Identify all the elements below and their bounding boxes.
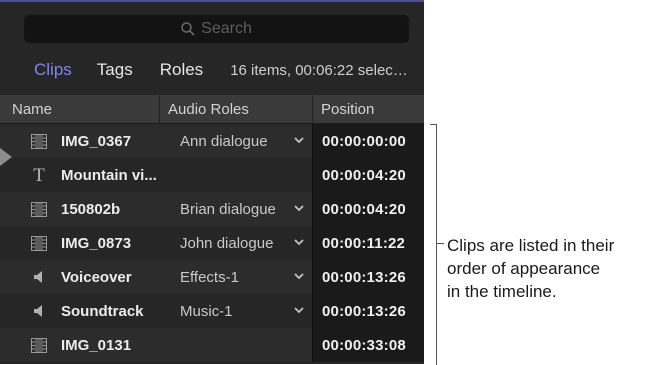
audio-role-dropdown[interactable]: Effects-1 xyxy=(159,260,312,294)
audio-role-cell xyxy=(159,158,312,192)
tab-clips[interactable]: Clips xyxy=(34,60,72,80)
clip-position: 00:00:33:08 xyxy=(312,328,424,362)
clip-name: IMG_0367 xyxy=(61,132,132,150)
search-icon xyxy=(181,22,195,36)
audio-role-label: Ann dialogue xyxy=(180,132,268,150)
clip-name: IMG_0131 xyxy=(61,336,132,354)
audio-role-label: Effects-1 xyxy=(180,268,239,286)
clip-name-cell: IMG_0367 xyxy=(0,124,159,158)
tab-roles[interactable]: Roles xyxy=(160,60,203,80)
audio-role-dropdown[interactable]: Brian dialogue xyxy=(159,192,312,226)
panel-top-border xyxy=(0,0,424,2)
table-header: Name Audio Roles Position xyxy=(0,95,424,124)
audio-role-dropdown[interactable]: John dialogue xyxy=(159,226,312,260)
speaker-icon xyxy=(28,302,50,320)
clip-name-cell: 150802b xyxy=(0,192,159,226)
clip-name: Soundtrack xyxy=(61,302,144,320)
clip-name: Voiceover xyxy=(61,268,132,286)
film-icon xyxy=(28,200,50,218)
clip-name: IMG_0873 xyxy=(61,234,132,252)
clip-row[interactable]: 150802b Brian dialogue 00:00:04:20 xyxy=(0,192,424,226)
chevron-down-icon[interactable] xyxy=(294,135,304,147)
clip-row[interactable]: Voiceover Effects-1 00:00:13:26 xyxy=(0,260,424,294)
clip-row[interactable]: IMG_0873 John dialogue 00:00:11:22 xyxy=(0,226,424,260)
clip-row[interactable]: Soundtrack Music-1 00:00:13:26 xyxy=(0,294,424,328)
film-icon xyxy=(28,234,50,252)
clip-name-cell: Voiceover xyxy=(0,260,159,294)
search-placeholder: Search xyxy=(201,20,252,37)
column-header-audio-roles[interactable]: Audio Roles xyxy=(159,95,312,123)
clip-position: 00:00:00:00 xyxy=(312,124,424,158)
selection-summary: 16 items, 00:06:22 selec… xyxy=(230,61,408,79)
clip-position: 00:00:04:20 xyxy=(312,158,424,192)
callout-line: in the timeline. xyxy=(447,282,557,301)
column-header-name[interactable]: Name xyxy=(0,95,159,123)
audio-role-label: Music-1 xyxy=(180,302,233,320)
search-field[interactable]: Search xyxy=(24,15,409,43)
clip-row[interactable]: IMG_0367 Ann dialogue 00:00:00:00 xyxy=(0,124,424,158)
chevron-down-icon[interactable] xyxy=(294,305,304,317)
playhead-marker[interactable] xyxy=(0,148,12,166)
title-icon: T xyxy=(33,164,45,186)
clip-name: Mountain vi... xyxy=(61,166,157,184)
clip-name-cell: IMG_0873 xyxy=(0,226,159,260)
callout-line: Clips are listed in their xyxy=(447,236,615,255)
tab-tags[interactable]: Tags xyxy=(97,60,133,80)
audio-role-label: John dialogue xyxy=(180,234,274,252)
timeline-index-panel: Search Clips Tags Roles 16 items, 00:06:… xyxy=(0,0,424,364)
clip-position: 00:00:04:20 xyxy=(312,192,424,226)
column-header-position[interactable]: Position xyxy=(312,95,424,123)
callout-bracket xyxy=(430,124,437,365)
clip-list: IMG_0367 Ann dialogue 00:00:00:00 T Mountain… xyxy=(0,124,424,362)
clip-position: 00:00:13:26 xyxy=(312,294,424,328)
clip-row[interactable]: IMG_0131 00:00:33:08 xyxy=(0,328,424,362)
clip-row[interactable]: T Mountain vi... 00:00:04:20 xyxy=(0,158,424,192)
film-icon xyxy=(28,336,50,354)
clip-name-cell: T Mountain vi... xyxy=(0,158,159,192)
chevron-down-icon[interactable] xyxy=(294,271,304,283)
audio-role-label: Brian dialogue xyxy=(180,200,276,218)
callout-leader xyxy=(436,243,444,244)
callout-text: Clips are listed in their order of appea… xyxy=(447,234,647,303)
clip-name: 150802b xyxy=(61,200,121,218)
audio-role-dropdown[interactable]: Music-1 xyxy=(159,294,312,328)
clip-name-cell: Soundtrack xyxy=(0,294,159,328)
film-icon xyxy=(28,132,50,150)
speaker-icon xyxy=(28,268,50,286)
clip-position: 00:00:13:26 xyxy=(312,260,424,294)
audio-role-cell xyxy=(159,328,312,362)
chevron-down-icon[interactable] xyxy=(294,203,304,215)
chevron-down-icon[interactable] xyxy=(294,237,304,249)
index-tabs: Clips Tags Roles 16 items, 00:06:22 sele… xyxy=(0,52,424,88)
callout-line: order of appearance xyxy=(447,259,601,278)
clip-position: 00:00:11:22 xyxy=(312,226,424,260)
audio-role-dropdown[interactable]: Ann dialogue xyxy=(159,124,312,158)
clip-name-cell: IMG_0131 xyxy=(0,328,159,362)
